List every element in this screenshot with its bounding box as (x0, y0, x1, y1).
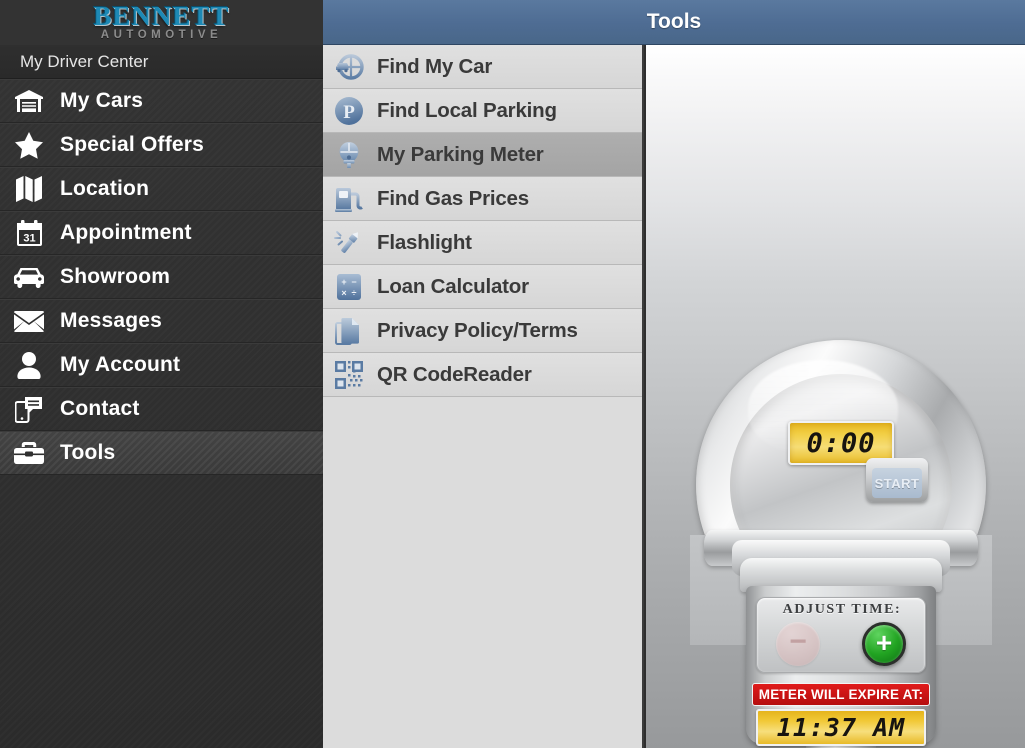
minus-icon: − (789, 624, 807, 658)
tool-item-label: My Parking Meter (377, 142, 544, 166)
sidebar-item-tools[interactable]: Tools (0, 431, 323, 475)
tool-item-qr-code-reader[interactable]: QR CodeReader (323, 353, 642, 397)
sidebar-item-label: Tools (60, 441, 116, 464)
tool-item-my-parking-meter[interactable]: My Parking Meter (323, 133, 642, 177)
sidebar-item-label: Special Offers (60, 133, 205, 156)
svg-text:−: − (351, 277, 356, 287)
tools-list-panel: Find My Car P Find Local Parking My Park… (323, 45, 644, 748)
tool-item-label: Find Local Parking (377, 98, 557, 122)
tool-item-label: Find Gas Prices (377, 186, 529, 210)
svg-text:×: × (341, 288, 346, 298)
gas-pump-icon (334, 184, 364, 214)
parking-meter-icon (334, 140, 364, 170)
sidebar-item-showroom[interactable]: Showroom (0, 255, 323, 299)
page-title: Tools (646, 10, 702, 33)
garage-icon (12, 86, 46, 116)
map-icon (12, 174, 46, 204)
driver-center-label: My Driver Center (0, 45, 323, 79)
expire-time-display: 11:37 AM (756, 709, 926, 746)
brand-tagline: AUTOMOTIVE (100, 29, 223, 41)
expire-banner: METER WILL EXPIRE AT: (752, 683, 930, 706)
phone-chat-icon (12, 394, 46, 424)
flashlight-icon (334, 228, 364, 258)
page-header: Tools (323, 0, 1025, 45)
adjust-time-panel: ADJUST TIME: − + (756, 597, 926, 673)
tool-item-label: QR CodeReader (377, 362, 532, 386)
sidebar-item-messages[interactable]: Messages (0, 299, 323, 343)
svg-text:+: + (341, 277, 346, 287)
tool-item-label: Privacy Policy/Terms (377, 318, 578, 342)
increase-time-button[interactable]: + (862, 622, 906, 666)
svg-text:÷: ÷ (352, 288, 357, 298)
decrease-time-button[interactable]: − (776, 622, 820, 666)
documents-icon (334, 316, 364, 346)
sidebar-item-label: Location (60, 177, 150, 200)
star-icon (12, 130, 46, 160)
tool-item-label: Loan Calculator (377, 274, 529, 298)
parking-p-icon: P (334, 96, 364, 126)
sidebar-item-label: Messages (60, 309, 162, 332)
parking-meter-graphic: 0:00 START ADJUST TIME: − + METER WILL E… (690, 340, 992, 748)
svg-text:P: P (343, 102, 355, 123)
envelope-icon (12, 306, 46, 336)
car-icon (12, 262, 46, 292)
tool-item-privacy-policy-terms[interactable]: Privacy Policy/Terms (323, 309, 642, 353)
sidebar-item-label: My Account (60, 353, 181, 376)
sidebar-item-my-account[interactable]: My Account (0, 343, 323, 387)
qr-code-icon (334, 360, 364, 390)
car-locate-icon (334, 52, 364, 82)
sidebar-item-contact[interactable]: Contact (0, 387, 323, 431)
adjust-time-label: ADJUST TIME: (782, 602, 902, 617)
sidebar-item-special-offers[interactable]: Special Offers (0, 123, 323, 167)
sidebar-menu: My Cars Special Offers Location 31 Appoi… (0, 79, 323, 475)
tool-item-find-local-parking[interactable]: P Find Local Parking (323, 89, 642, 133)
start-button-label: START (872, 468, 922, 498)
sidebar-item-appointment[interactable]: 31 Appointment (0, 211, 323, 255)
tool-item-label: Flashlight (377, 230, 472, 254)
brand-name: BENNETT (93, 1, 230, 31)
sidebar-item-my-cars[interactable]: My Cars (0, 79, 323, 123)
sidebar-item-label: My Cars (60, 89, 144, 112)
app-root: BENNETT AUTOMOTIVE My Driver Center My C… (0, 0, 1025, 748)
calculator-icon: + − × ÷ (334, 272, 364, 302)
meter-time-value: 0:00 (806, 427, 876, 459)
tool-item-label: Find My Car (377, 54, 493, 78)
tool-item-loan-calculator[interactable]: + − × ÷ Loan Calculator (323, 265, 642, 309)
person-icon (12, 350, 46, 380)
sidebar-item-label: Showroom (60, 265, 171, 288)
tool-item-find-my-car[interactable]: Find My Car (323, 45, 642, 89)
toolbox-icon (12, 438, 46, 468)
sidebar-item-label: Appointment (60, 221, 192, 244)
tool-item-find-gas-prices[interactable]: Find Gas Prices (323, 177, 642, 221)
expire-time-value: 11:37 AM (776, 713, 906, 742)
driver-center-text: My Driver Center (20, 51, 149, 71)
parking-meter-view: 0:00 START ADJUST TIME: − + METER WILL E… (646, 45, 1025, 748)
tool-item-flashlight[interactable]: Flashlight (323, 221, 642, 265)
svg-text:31: 31 (23, 232, 35, 244)
plus-icon: + (875, 626, 893, 658)
calendar-icon: 31 (12, 218, 46, 248)
sidebar-item-location[interactable]: Location (0, 167, 323, 211)
sidebar-item-label: Contact (60, 397, 140, 420)
brand-logo[interactable]: BENNETT AUTOMOTIVE (0, 0, 323, 45)
sidebar: BENNETT AUTOMOTIVE My Driver Center My C… (0, 0, 323, 748)
start-button[interactable]: START (866, 458, 928, 502)
expire-banner-label: METER WILL EXPIRE AT: (758, 687, 924, 702)
